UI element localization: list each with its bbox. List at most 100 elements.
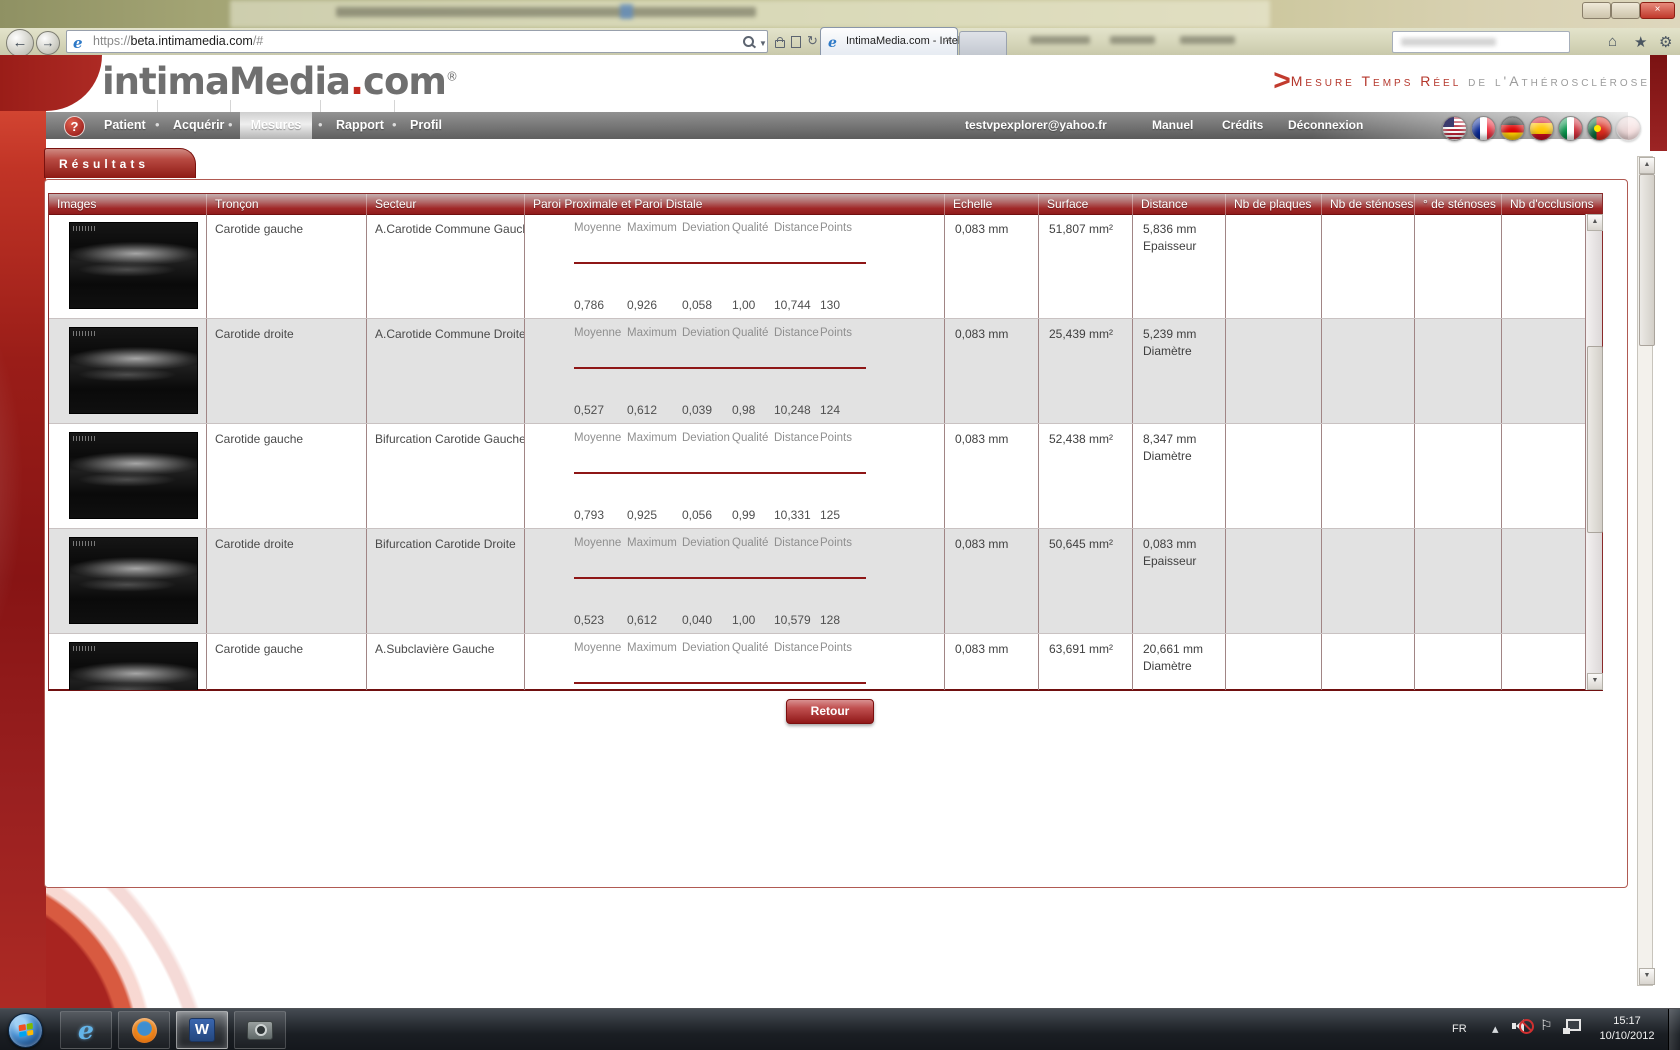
- nav-item-rapport[interactable]: Rapport: [336, 112, 384, 139]
- nav-link-deconnexion[interactable]: Déconnexion: [1288, 112, 1363, 139]
- scrollbar-thumb[interactable]: [1587, 346, 1603, 533]
- table-row[interactable]: Carotide gauche A.Carotide Commune Gauch…: [49, 214, 1602, 318]
- surface-value: 25,439 mm²: [1049, 327, 1113, 341]
- secteur-value: Bifurcation Carotide Droite: [375, 537, 516, 551]
- subcol-header: Qualité: [732, 432, 768, 444]
- scroll-down-arrow-icon[interactable]: [1587, 673, 1603, 690]
- subcol-header: Moyenne: [574, 537, 621, 549]
- compatibility-view-icon[interactable]: [791, 36, 801, 48]
- site-logo[interactable]: intimaMedia.com®: [102, 60, 457, 103]
- clock[interactable]: 15:17 10/10/2012: [1590, 1014, 1664, 1044]
- ultrasound-thumbnail[interactable]: [69, 432, 198, 519]
- word-icon: [189, 1018, 215, 1042]
- hidden-icons-arrow-icon[interactable]: [1492, 1021, 1499, 1037]
- address-bar[interactable]: https://beta.intimamedia.com/# ▼ ↻ ×: [66, 30, 768, 53]
- nb-occlusions-cell: [1501, 634, 1598, 690]
- nav-item-acquerir[interactable]: Acquérir: [173, 112, 224, 139]
- browser-tab[interactable]: IntimaMedia.com - Intellig...: [820, 27, 958, 56]
- flag-france-icon[interactable]: [1471, 116, 1496, 141]
- troncon-cell: Carotide droite: [206, 529, 366, 633]
- measure-value: 0,056: [682, 508, 712, 522]
- ultrasound-thumbnail[interactable]: [69, 327, 198, 414]
- scroll-up-arrow-icon[interactable]: [1587, 214, 1603, 231]
- taskbar-browser-button[interactable]: [118, 1011, 170, 1049]
- table-row[interactable]: Carotide gauche Bifurcation Carotide Gau…: [49, 423, 1602, 528]
- taskbar-ie-button[interactable]: [60, 1011, 112, 1049]
- nav-link-manuel[interactable]: Manuel: [1152, 112, 1193, 139]
- separator-line: [574, 577, 866, 579]
- secteur-cell: Bifurcation Carotide Droite: [366, 529, 524, 633]
- nb-plaques-cell: [1225, 424, 1321, 528]
- measure-value: 0,926: [627, 298, 657, 312]
- flag-germany-icon[interactable]: [1500, 116, 1525, 141]
- site-tagline: >Mesure Temps Réel de l'Athérosclérose: [1220, 64, 1650, 98]
- flag-us-icon[interactable]: [1442, 116, 1467, 141]
- nb-stenoses-cell: [1321, 424, 1414, 528]
- network-icon[interactable]: [1563, 1019, 1581, 1034]
- secteur-cell: A.Carotide Commune Droite: [366, 319, 524, 423]
- browser-search-box[interactable]: [1392, 31, 1570, 53]
- scroll-down-arrow-icon[interactable]: [1639, 968, 1655, 985]
- subcol-header: Qualité: [732, 537, 768, 549]
- ultrasound-thumbnail[interactable]: [69, 537, 198, 624]
- table-row[interactable]: Carotide gauche A.Subclavière Gauche Moy…: [49, 633, 1602, 690]
- separator-line: [574, 472, 866, 474]
- table-row[interactable]: Carotide droite Bifurcation Carotide Dro…: [49, 528, 1602, 633]
- column-header-distance: Distance: [1132, 194, 1225, 214]
- flag-italy-icon[interactable]: [1558, 116, 1583, 141]
- nav-link-credits[interactable]: Crédits: [1222, 112, 1263, 139]
- maximize-button[interactable]: [1611, 2, 1640, 19]
- subcol-header: Maximum: [627, 537, 677, 549]
- ultrasound-thumbnail[interactable]: [69, 642, 198, 690]
- column-header-deg-stenoses: ° de sténoses: [1414, 194, 1501, 214]
- subcol-header: Deviation: [682, 432, 730, 444]
- favorites-star-icon[interactable]: ★: [1634, 33, 1647, 51]
- nav-item-mesures[interactable]: Mesures: [240, 112, 312, 139]
- forward-button[interactable]: [36, 31, 60, 55]
- close-button[interactable]: [1640, 2, 1675, 19]
- lock-icon: [775, 40, 785, 48]
- retour-button[interactable]: Retour: [786, 699, 874, 724]
- troncon-value: Carotide gauche: [215, 642, 303, 656]
- scrollbar-thumb[interactable]: [1639, 174, 1655, 346]
- background-swoosh: [0, 55, 46, 1008]
- taskbar-word-button[interactable]: [176, 1011, 228, 1049]
- home-icon[interactable]: ⌂: [1608, 33, 1617, 50]
- new-tab-button[interactable]: [959, 31, 1007, 55]
- search-icon[interactable]: [743, 36, 754, 47]
- subcol-header: Points: [820, 327, 852, 339]
- surface-value: 50,645 mm²: [1049, 537, 1113, 551]
- settings-gear-icon[interactable]: ⚙: [1659, 33, 1672, 51]
- deg-stenoses-cell: [1414, 529, 1501, 633]
- show-desktop-button[interactable]: [1668, 1009, 1680, 1050]
- table-scrollbar[interactable]: [1585, 214, 1602, 690]
- nb-stenoses-cell: [1321, 319, 1414, 423]
- refresh-icon[interactable]: ↻: [807, 33, 818, 49]
- table-row[interactable]: Carotide droite A.Carotide Commune Droit…: [49, 318, 1602, 423]
- distance-type: Epaisseur: [1143, 239, 1196, 253]
- measure-value: 0,612: [627, 613, 657, 627]
- tab-close-icon[interactable]: [945, 34, 951, 46]
- chevron-down-icon[interactable]: ▼: [759, 39, 767, 48]
- scroll-up-arrow-icon[interactable]: [1639, 157, 1655, 174]
- nav-item-profil[interactable]: Profil: [410, 112, 442, 139]
- language-indicator[interactable]: FR: [1452, 1023, 1467, 1035]
- action-center-flag-icon[interactable]: [1540, 1017, 1553, 1034]
- flag-spain-icon[interactable]: [1529, 116, 1554, 141]
- help-button[interactable]: ?: [64, 116, 85, 137]
- separator-line: [574, 262, 866, 264]
- taskbar-capture-button[interactable]: [234, 1011, 286, 1049]
- start-button[interactable]: [8, 1013, 43, 1048]
- back-button[interactable]: [6, 29, 34, 57]
- flag-portugal-icon[interactable]: [1587, 116, 1612, 141]
- subcol-header: Maximum: [627, 642, 677, 654]
- ultrasound-thumbnail[interactable]: [69, 222, 198, 309]
- volume-muted-icon[interactable]: [1512, 1017, 1532, 1035]
- question-mark-icon: ?: [71, 119, 79, 134]
- background-menu-smudge: [1180, 36, 1235, 44]
- table-header-row: Images Tronçon Secteur Paroi Proximale e…: [49, 194, 1602, 215]
- minimize-button[interactable]: [1582, 2, 1611, 19]
- nav-item-patient[interactable]: Patient: [104, 112, 146, 139]
- page-scrollbar[interactable]: [1637, 156, 1653, 986]
- nav-divider: [157, 100, 158, 112]
